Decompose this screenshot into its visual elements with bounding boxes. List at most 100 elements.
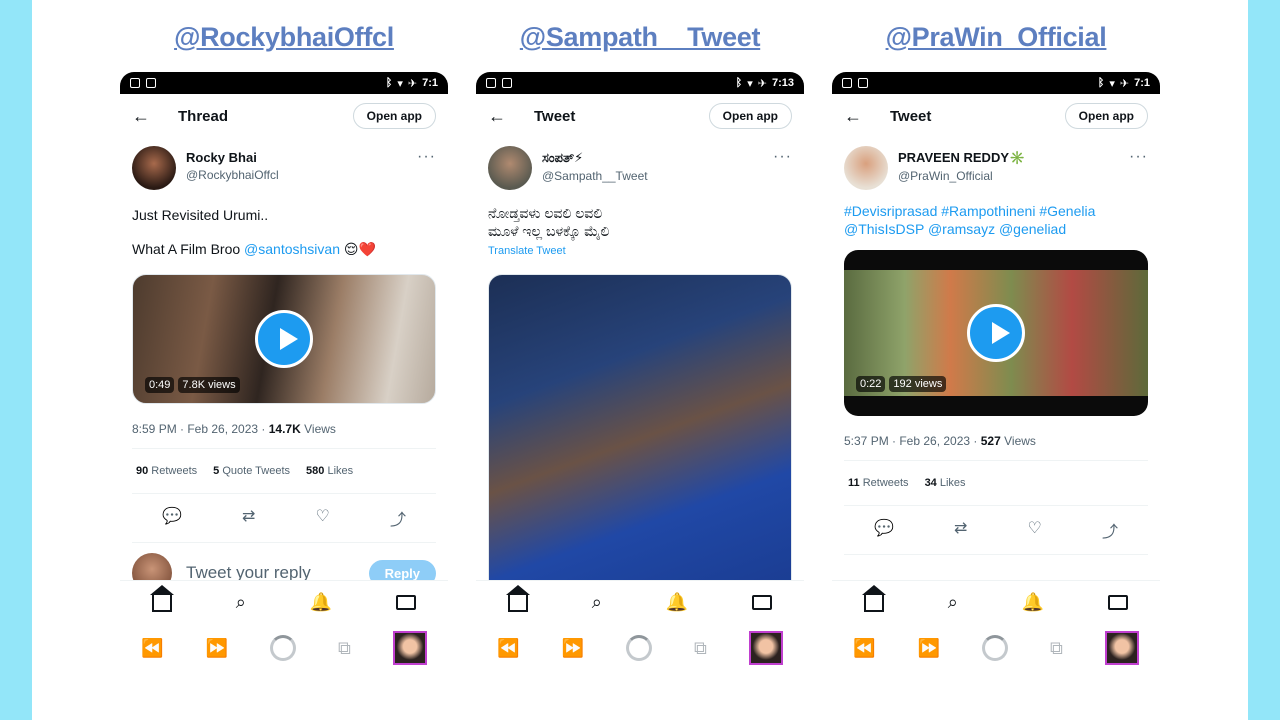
rewind-icon[interactable]: ⏪ [853, 638, 875, 659]
hashtag-line[interactable]: #Devisriprasad #Rampothineni #Genelia [844, 202, 1148, 220]
hashtag-line[interactable]: @ThisIsDSP @ramsayz @geneliad [844, 220, 1148, 238]
quotes-stat[interactable]: 5 Quote Tweets [213, 465, 290, 477]
column-header-link[interactable]: @Sampath__Tweet [476, 22, 804, 53]
reply-icon[interactable]: 💬 [874, 518, 894, 542]
author-handle[interactable]: @Sampath__Tweet [542, 169, 648, 183]
more-options-icon[interactable]: ··· [1129, 148, 1148, 166]
column-header-link[interactable]: @PraWin_Official [832, 22, 1160, 53]
tweet-content: Rocky Bhai @RockybhaiOffcl ··· Just Revi… [120, 146, 448, 603]
home-icon[interactable] [505, 584, 530, 612]
video-duration: 0:22 [856, 376, 886, 392]
profile-thumbnail[interactable] [392, 631, 427, 665]
tabs-icon[interactable]: ⧉ [694, 638, 707, 659]
system-bar: ⏪ ⏩ ⧉ [476, 624, 804, 672]
column-rocky: @RockybhaiOffcl ᛒ ▾ ✈ 7:1 ← Thread Open app… [120, 0, 448, 720]
open-app-button[interactable]: Open app [352, 103, 436, 129]
share-icon[interactable]: ⤴ [390, 506, 406, 530]
avatar[interactable] [132, 146, 176, 190]
video-views: 7.8K views [178, 377, 240, 393]
home-icon[interactable] [149, 584, 174, 612]
system-bar: ⏪ ⏩ ⧉ [120, 624, 448, 672]
video-player[interactable]: 0:49 7.8K views [132, 274, 436, 404]
tabs-icon[interactable]: ⧉ [338, 638, 351, 659]
rewind-icon[interactable]: ⏪ [141, 638, 163, 659]
column-sampath: @Sampath__Tweet ᛒ ▾ ✈ 7:13 ← Tweet Open app… [476, 0, 804, 720]
open-app-button[interactable]: Open app [708, 103, 792, 129]
tweet-stats: 11 Retweets 34 Likes [844, 461, 1148, 506]
notification-icon [486, 78, 496, 88]
avatar[interactable] [488, 146, 532, 190]
play-icon[interactable] [967, 304, 1025, 362]
tweet-stats: 90 Retweets 5 Quote Tweets 580 Likes [132, 449, 436, 494]
tweet-text: ನೋಡ್ತವಳು ಲವಲಿ ಲವಲಿ ಮೂಳೆ ಇಲ್ಲ ಬಳಕ್ಕೊ ಮೈಲಿ… [488, 204, 792, 260]
page-title: Tweet [534, 107, 576, 125]
retweet-icon[interactable]: ⇄ [954, 518, 967, 542]
mail-icon[interactable] [396, 595, 417, 610]
translate-link[interactable]: Translate Tweet [488, 242, 792, 260]
tweet-content: PRAVEEN REDDY✳️ @PraWin_Official ··· #De… [832, 146, 1160, 555]
system-bar: ⏪ ⏩ ⧉ [832, 624, 1160, 672]
views-label: Views [1000, 434, 1036, 448]
author-name[interactable]: PRAVEEN REDDY✳️ [898, 150, 1025, 166]
tweet-line: Just Revisited Urumi.. [132, 207, 269, 223]
like-icon[interactable]: ♡ [316, 506, 330, 530]
forward-icon[interactable]: ⏩ [917, 638, 939, 659]
retweet-icon[interactable]: ⇄ [242, 506, 255, 530]
tweet-meta: 5:37 PM · Feb 26, 2023 · 527 Views [844, 434, 1148, 461]
bluetooth-icon: ᛒ [735, 77, 743, 89]
bluetooth-icon: ᛒ [385, 77, 393, 89]
notification-icon [842, 78, 852, 88]
views-count: 14.7K [268, 422, 301, 436]
search-icon[interactable]: ⌕ [236, 592, 246, 613]
forward-icon[interactable]: ⏩ [205, 638, 227, 659]
rewind-icon[interactable]: ⏪ [497, 638, 519, 659]
share-icon[interactable]: ⤴ [1102, 518, 1118, 542]
back-arrow-icon[interactable]: ← [488, 106, 520, 127]
play-icon[interactable] [255, 310, 313, 368]
bell-icon[interactable]: 🔔 [666, 592, 688, 613]
reply-icon[interactable]: 💬 [162, 506, 182, 530]
tabs-icon[interactable]: ⧉ [1050, 638, 1063, 659]
open-app-button[interactable]: Open app [1064, 103, 1148, 129]
tweet-line: What A Film Broo @santoshsivan 😌❤️ [132, 240, 436, 258]
phone-screen: ᛒ ▾ ✈ 7:1 ← Tweet Open app PRAVEEN REDDY✳️ … [832, 72, 1160, 672]
avatar[interactable] [844, 146, 888, 190]
forward-icon[interactable]: ⏩ [561, 638, 583, 659]
retweets-stat[interactable]: 90 Retweets [136, 465, 197, 477]
bell-icon[interactable]: 🔔 [310, 592, 332, 613]
phone-screen: ᛒ ▾ ✈ 7:1 ← Thread Open app Rocky Bhai @Roc… [120, 72, 448, 672]
profile-thumbnail[interactable] [748, 631, 783, 665]
likes-stat[interactable]: 580 Likes [306, 465, 353, 477]
back-arrow-icon[interactable]: ← [132, 106, 164, 127]
mail-icon[interactable] [1108, 595, 1129, 610]
like-icon[interactable]: ♡ [1028, 518, 1042, 542]
more-options-icon[interactable]: ··· [773, 148, 792, 166]
author-handle[interactable]: @RockybhaiOffcl [186, 168, 279, 182]
tweet-text: Just Revisited Urumi.. What A Film Broo … [132, 206, 436, 258]
home-icon[interactable] [861, 584, 886, 612]
mention-link[interactable]: @santoshsivan [244, 241, 340, 257]
views-count: 527 [980, 434, 1001, 448]
video-player[interactable]: 0:22 192 views [844, 250, 1148, 416]
likes-stat[interactable]: 34 Likes [925, 477, 966, 489]
column-header-link[interactable]: @RockybhaiOffcl [110, 22, 458, 53]
profile-thumbnail[interactable] [1104, 631, 1139, 665]
tweet-image[interactable] [488, 274, 792, 604]
author-handle[interactable]: @PraWin_Official [898, 169, 1025, 183]
tweet-timestamp: 5:37 PM · Feb 26, 2023 · [844, 434, 981, 448]
clock-time: 7:13 [771, 77, 794, 89]
retweets-stat[interactable]: 11 Retweets [848, 477, 909, 489]
tweet-line-text: What A Film Broo [132, 241, 245, 257]
more-options-icon[interactable]: ··· [417, 148, 436, 166]
wifi-icon: ▾ [397, 77, 403, 90]
bell-icon[interactable]: 🔔 [1022, 592, 1044, 613]
author-name[interactable]: Rocky Bhai [186, 150, 279, 165]
views-label: Views [300, 422, 336, 436]
search-icon[interactable]: ⌕ [948, 592, 958, 613]
search-icon[interactable]: ⌕ [592, 592, 602, 613]
notification-icon [146, 78, 156, 88]
author-name[interactable]: ಸಂಪತ್⚡ [542, 150, 648, 166]
mail-icon[interactable] [752, 595, 773, 610]
airplane-icon: ✈ [407, 77, 418, 90]
back-arrow-icon[interactable]: ← [844, 106, 876, 127]
